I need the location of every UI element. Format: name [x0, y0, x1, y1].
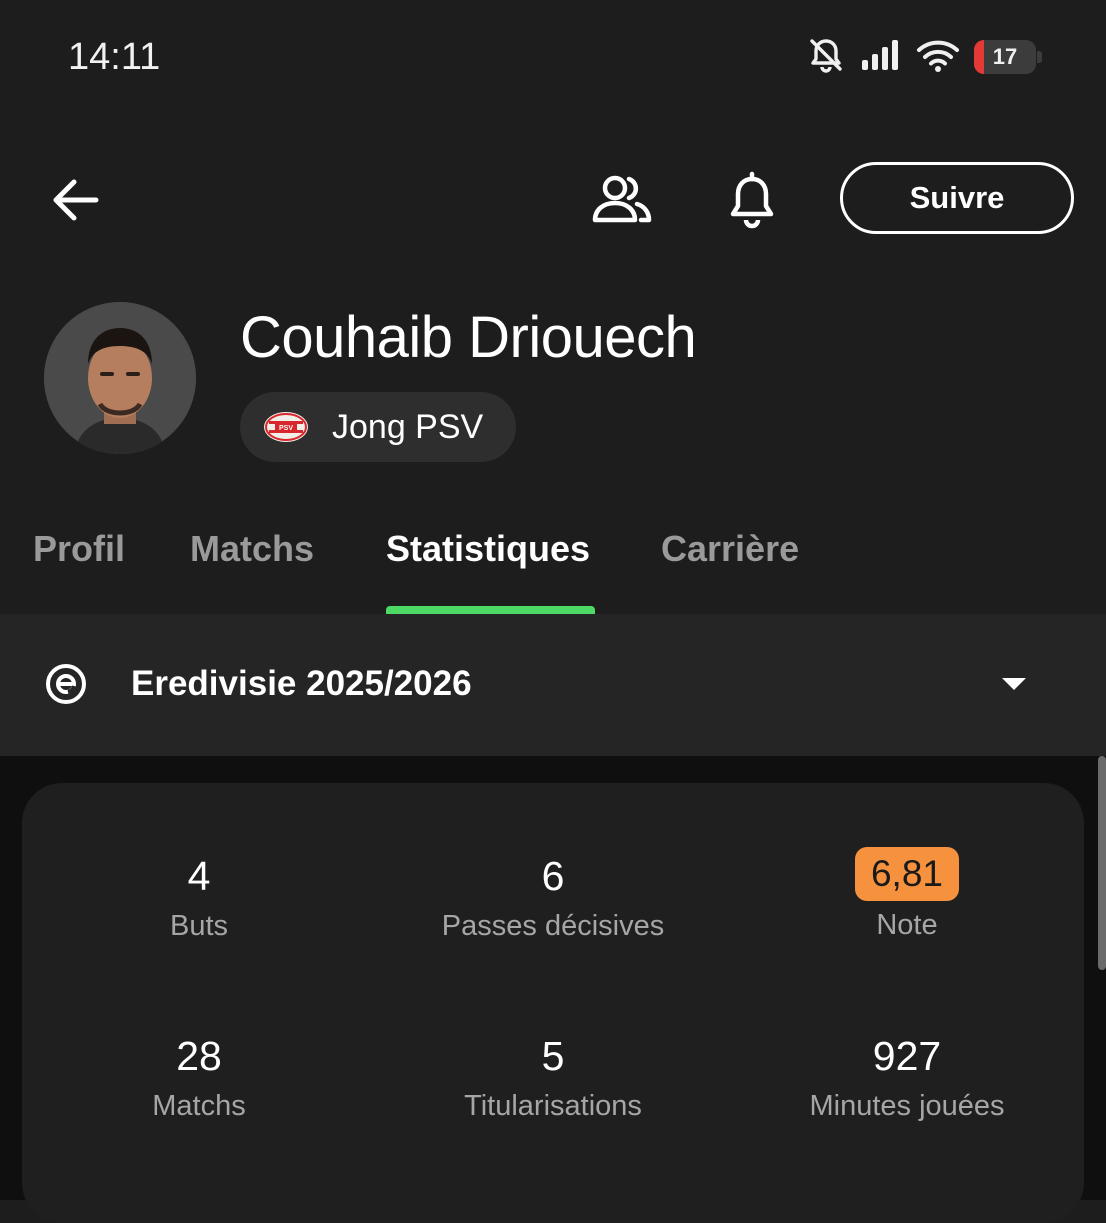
player-avatar [44, 302, 196, 454]
stat-assists: 6 Passes décisives [403, 853, 703, 943]
dropdown-caret-icon [1002, 678, 1026, 690]
notifications-button[interactable] [716, 168, 788, 232]
bell-icon [730, 171, 774, 229]
battery-level: 17 [992, 44, 1018, 69]
tab-bar: Profil Matchs Statistiques Carrière [0, 510, 1106, 614]
status-time: 14:11 [68, 36, 161, 78]
top-bar: Suivre [0, 150, 1106, 250]
stat-label: Matchs [152, 1090, 246, 1122]
stat-rating: 6,81 Note [757, 847, 1057, 942]
team-name: Jong PSV [332, 407, 484, 446]
signal-icon [860, 38, 902, 77]
stat-minutes: 927 Minutes jouées [757, 1033, 1057, 1123]
stat-goals: 4 Buts [49, 853, 349, 943]
stat-value: 28 [176, 1033, 222, 1079]
teammates-button[interactable] [586, 168, 658, 232]
status-icons: 17 [806, 35, 1042, 80]
tab-statistiques[interactable]: Statistiques [386, 528, 590, 570]
stat-label: Minutes jouées [809, 1090, 1005, 1122]
status-bar: 14:11 17 [0, 0, 1106, 120]
back-arrow-icon [53, 179, 99, 221]
battery-icon: 17 [974, 40, 1042, 74]
people-icon [592, 175, 652, 223]
eredivisie-logo-icon [46, 664, 86, 704]
wifi-icon [916, 38, 960, 77]
stat-value: 927 [872, 1033, 942, 1079]
stat-matches: 28 Matchs [49, 1033, 349, 1123]
bell-off-icon [806, 35, 846, 80]
tab-matchs[interactable]: Matchs [190, 528, 314, 570]
stat-label: Titularisations [464, 1090, 642, 1122]
tab-profil[interactable]: Profil [33, 528, 125, 570]
rating-badge: 6,81 [854, 847, 959, 901]
stats-card: 4 Buts 6 Passes décisives 6,81 Note 28 M… [22, 783, 1084, 1223]
team-chip[interactable]: PSV Jong PSV [240, 392, 516, 462]
stat-label: Passes décisives [441, 910, 665, 942]
scrollbar[interactable] [1098, 756, 1106, 970]
svg-text:PSV: PSV [279, 425, 293, 432]
back-button[interactable] [40, 168, 112, 232]
stat-value: 5 [541, 1033, 565, 1079]
stat-value: 4 [187, 853, 211, 899]
stat-label: Note [876, 909, 938, 941]
league-selector[interactable]: Eredivisie 2025/2026 [0, 614, 1106, 756]
player-name: Couhaib Driouech [240, 305, 697, 370]
active-tab-indicator [386, 606, 595, 614]
tab-carriere[interactable]: Carrière [661, 528, 799, 570]
stat-value: 6 [541, 853, 565, 899]
psv-logo-icon: PSV [264, 412, 308, 442]
stat-starts: 5 Titularisations [403, 1033, 703, 1123]
league-name: Eredivisie 2025/2026 [131, 664, 472, 703]
stat-label: Buts [169, 910, 229, 942]
follow-button[interactable]: Suivre [840, 162, 1074, 234]
